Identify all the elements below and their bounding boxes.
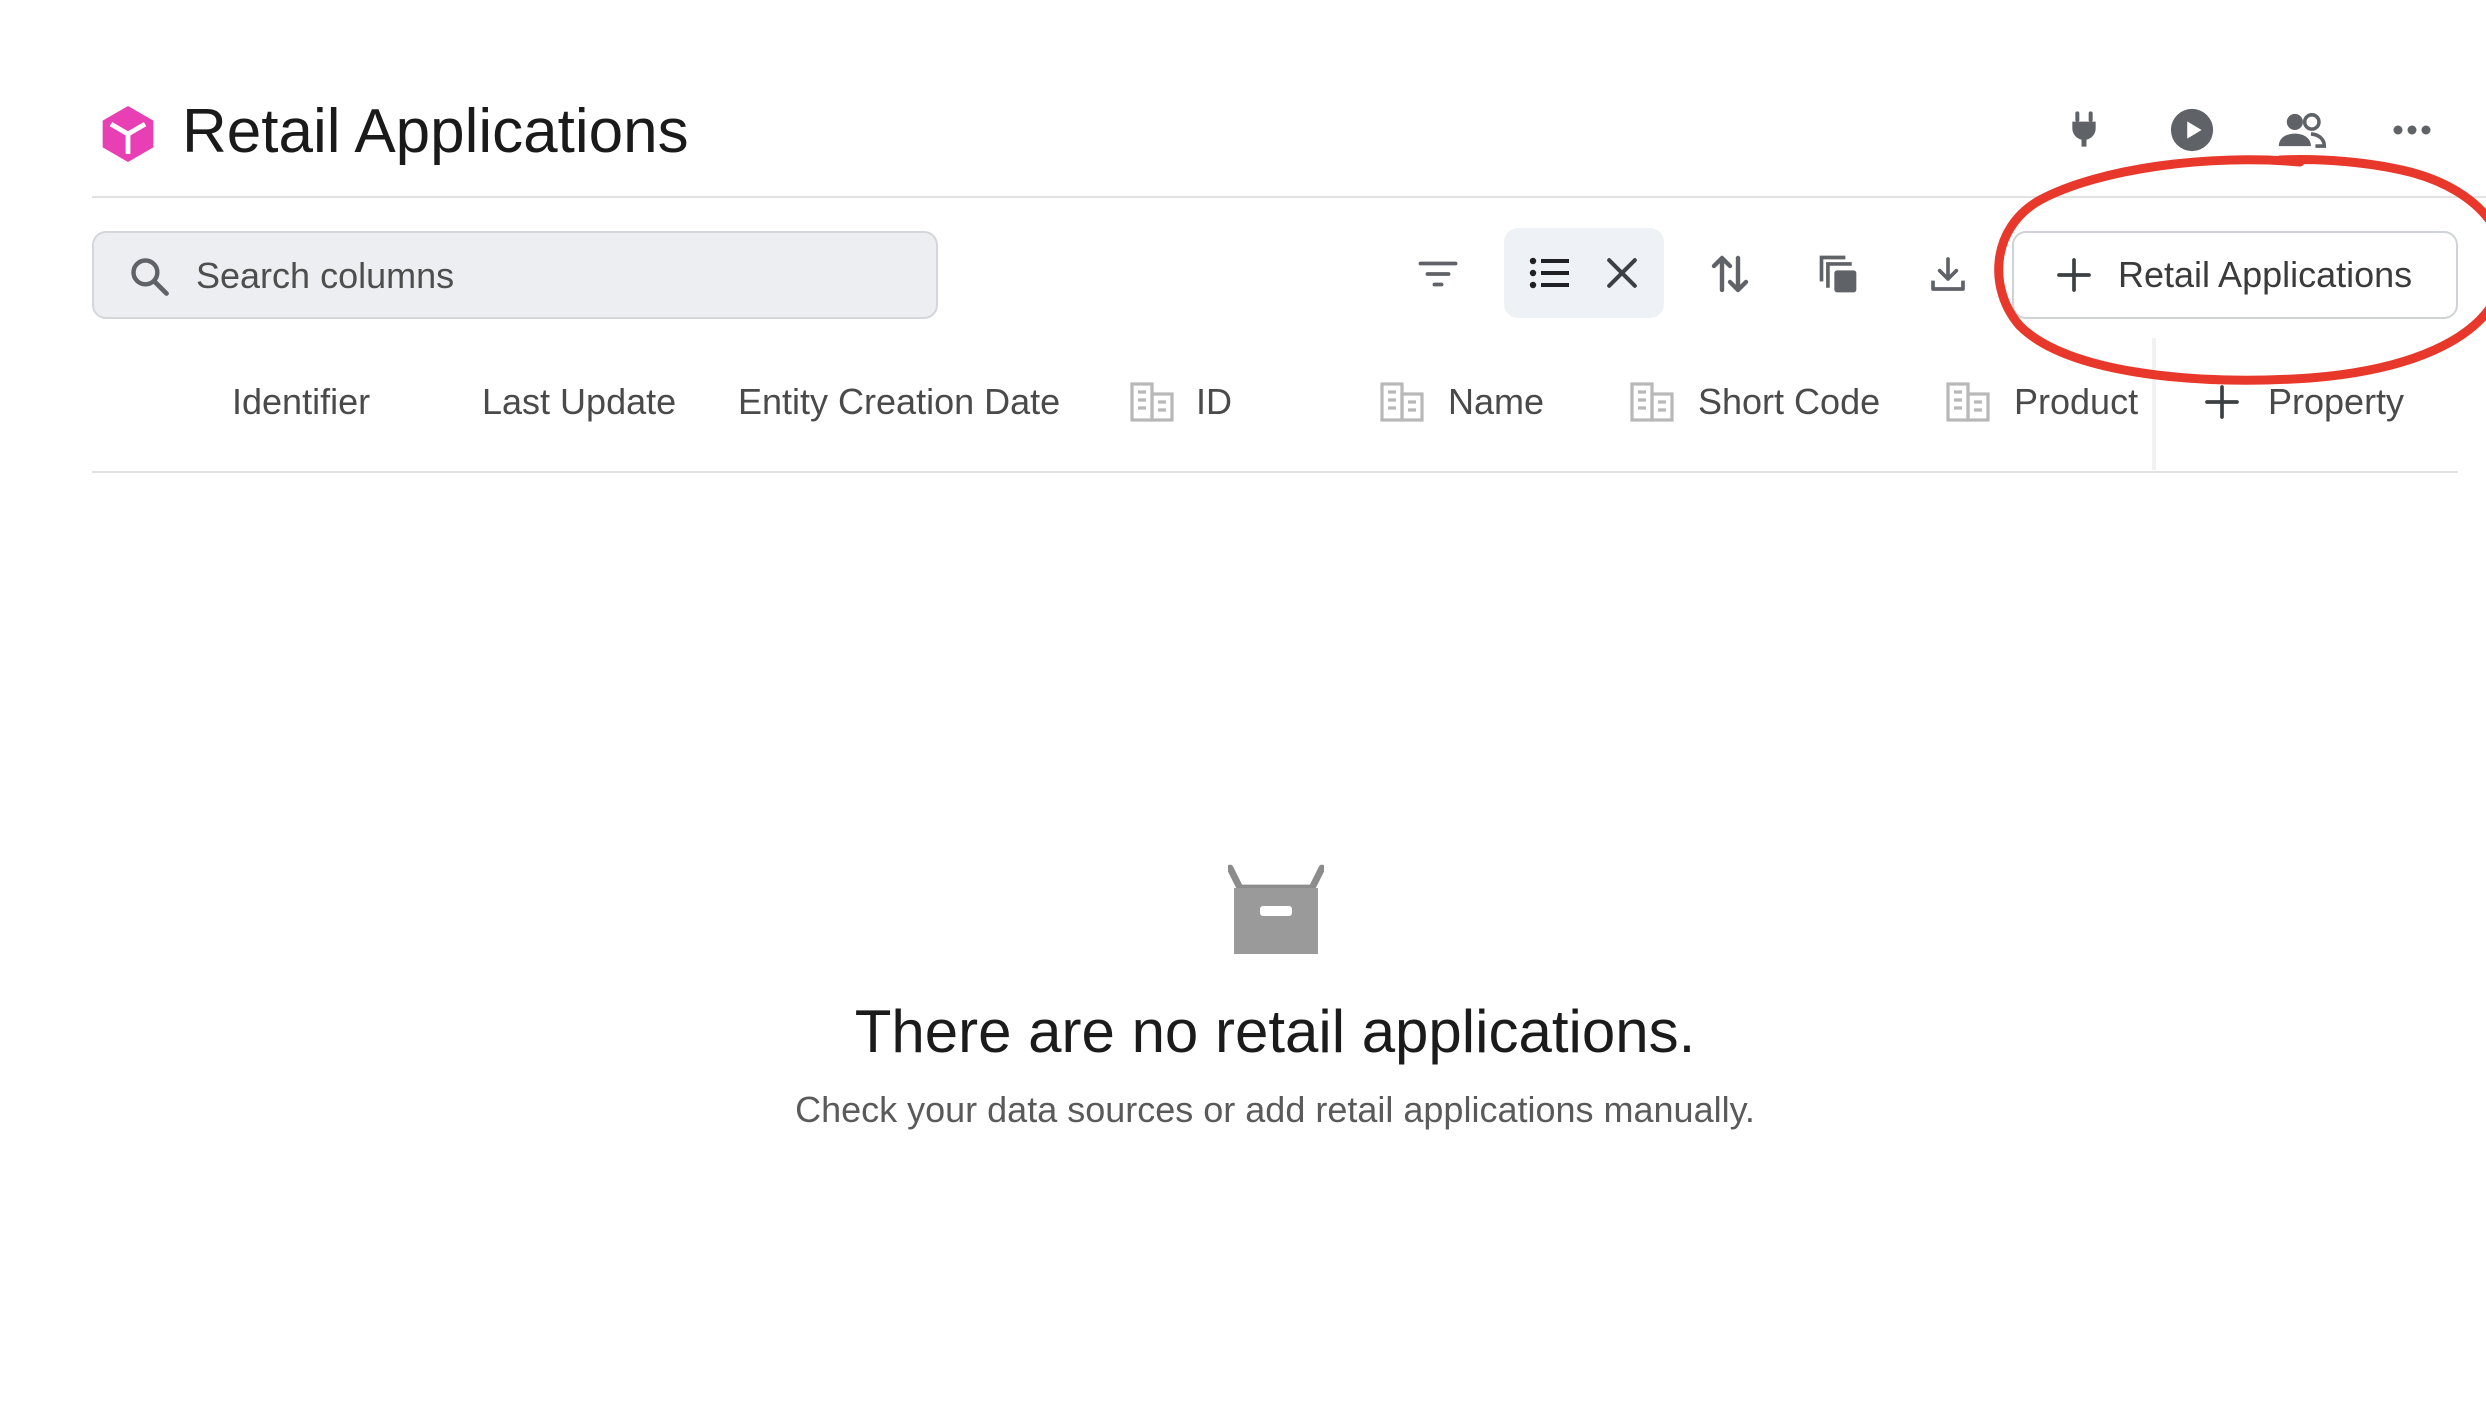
column-header-last-update[interactable]: Last Update	[482, 376, 676, 428]
more-horizontal-icon[interactable]	[2384, 102, 2440, 158]
column-header-id[interactable]: ID	[1196, 376, 1232, 428]
empty-state-subtitle: Check your data sources or add retail ap…	[795, 1089, 1755, 1130]
inbox-box-icon	[1228, 864, 1324, 954]
people-icon[interactable]	[2274, 102, 2330, 158]
list-view-icon[interactable]	[1526, 249, 1574, 297]
column-header-identifier[interactable]: Identifier	[232, 376, 370, 428]
add-retail-application-button[interactable]: Retail Applications	[2012, 231, 2458, 319]
header-divider	[92, 196, 2486, 198]
plus-icon	[2057, 258, 2091, 292]
building-icon	[1630, 382, 1674, 422]
empty-state-title: There are no retail applications.	[854, 998, 1696, 1065]
page-title: Retail Applications	[182, 97, 689, 166]
view-toggle[interactable]	[1504, 228, 1664, 318]
search-input[interactable]	[194, 233, 918, 319]
add-property-button[interactable]: Property	[2268, 376, 2404, 428]
column-header-short-code[interactable]: Short Code	[1698, 376, 1880, 428]
search-box[interactable]	[92, 231, 938, 319]
plus-icon[interactable]	[2202, 382, 2242, 422]
close-icon[interactable]	[1600, 251, 1644, 295]
filter-icon[interactable]	[1404, 240, 1472, 308]
download-icon[interactable]	[1914, 240, 1982, 308]
plug-icon[interactable]	[2056, 102, 2112, 158]
copy-icon[interactable]	[1804, 240, 1872, 308]
building-icon	[1380, 382, 1424, 422]
table-header-divider	[92, 471, 2458, 473]
building-icon	[1130, 382, 1174, 422]
sticky-column-separator	[2152, 338, 2156, 470]
building-icon	[1946, 382, 1990, 422]
column-header-product[interactable]: Product	[2014, 376, 2154, 428]
add-button-label: Retail Applications	[2118, 254, 2413, 295]
play-circle-icon[interactable]	[2164, 102, 2220, 158]
column-header-entity-creation-date[interactable]: Entity Creation Date	[738, 376, 1060, 428]
column-header-name[interactable]: Name	[1448, 376, 1544, 428]
cube-icon	[102, 106, 154, 162]
sort-icon[interactable]	[1696, 240, 1764, 308]
search-icon	[131, 258, 169, 296]
